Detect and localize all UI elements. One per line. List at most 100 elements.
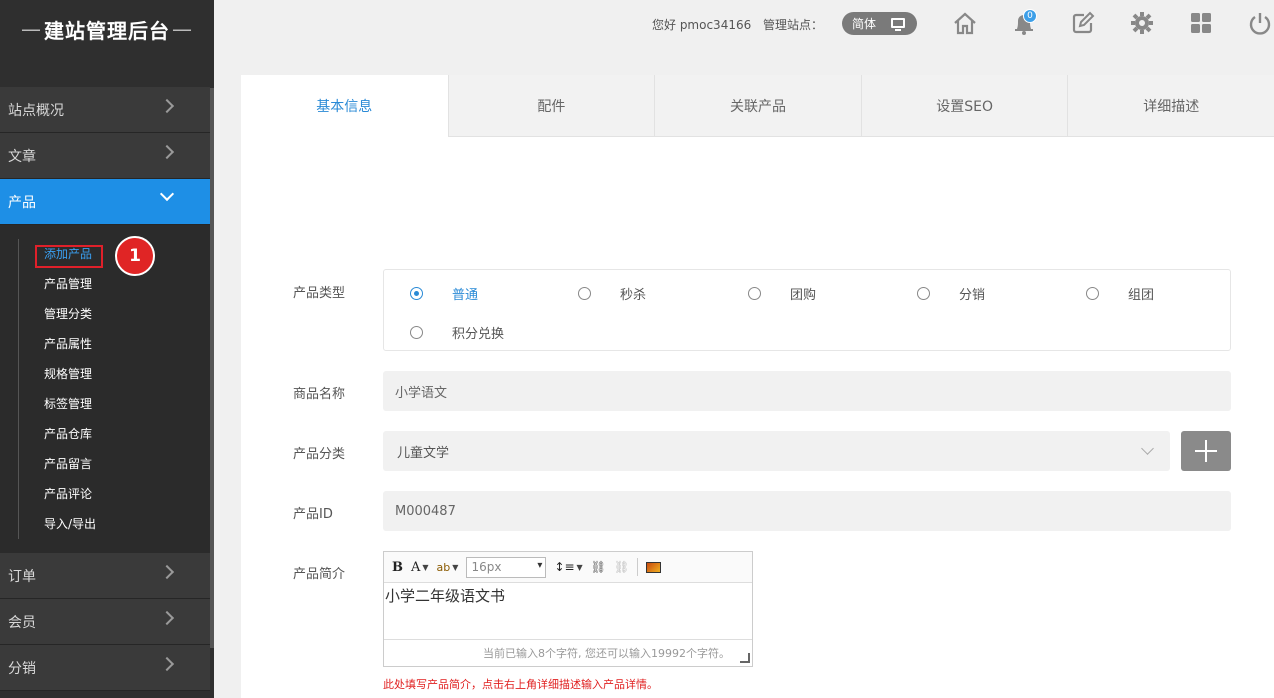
submenu-tag-manage[interactable]: 标签管理	[44, 394, 92, 414]
chevron-down-icon[interactable]: ▼	[422, 563, 428, 572]
tab-related-products[interactable]: 关联产品	[654, 75, 861, 137]
product-summary-label: 产品简介	[293, 567, 346, 582]
radio-type-normal[interactable]: 普通	[410, 284, 478, 303]
submenu-product-manage[interactable]: 产品管理	[44, 274, 92, 294]
tab-seo[interactable]: 设置SEO	[860, 75, 1068, 137]
font-size-select[interactable]: 16px	[466, 556, 547, 578]
sidebar-scrollbar[interactable]	[210, 88, 214, 648]
language-switch-button[interactable]: 简体	[842, 12, 917, 35]
radio-type-group-buy[interactable]: 团购	[748, 284, 816, 303]
sidebar-item-label: 文章	[8, 148, 36, 165]
sidebar-item-products[interactable]: 产品	[0, 179, 210, 225]
submenu-category-manage[interactable]: 管理分类	[44, 304, 92, 324]
editor-content[interactable]: 小学二年级语文书	[384, 583, 752, 640]
product-type-label: 产品类型	[293, 286, 346, 301]
chevron-right-icon	[159, 656, 175, 672]
product-submenu	[0, 225, 210, 553]
product-id-label: 产品ID	[293, 507, 333, 522]
submenu-messages[interactable]: 产品留言	[44, 454, 92, 474]
radio-type-flash-sale[interactable]: 秒杀	[578, 284, 646, 303]
home-icon[interactable]	[952, 10, 978, 36]
tab-basic-info[interactable]: 基本信息	[241, 75, 448, 137]
sidebar-item-members[interactable]: 会员	[0, 599, 210, 645]
power-icon[interactable]	[1247, 10, 1273, 36]
brand-dash-left: —	[21, 17, 42, 41]
chevron-down-icon	[1141, 442, 1154, 455]
grid-icon[interactable]	[1188, 10, 1214, 36]
product-name-input[interactable]	[383, 371, 1231, 411]
sidebar-item-orders[interactable]: 订单	[0, 553, 210, 599]
radio-label: 普通	[452, 288, 479, 303]
radio-label: 组团	[1128, 288, 1155, 303]
submenu-spec-manage[interactable]: 规格管理	[44, 364, 92, 384]
radio-dot	[410, 326, 423, 339]
chevron-right-icon	[159, 144, 175, 160]
bold-icon[interactable]: B	[392, 560, 403, 575]
tab-bar: 基本信息 配件 关联产品 设置SEO 详细描述	[241, 75, 1274, 137]
chevron-right-icon	[159, 564, 175, 580]
line-height-icon[interactable]: ↕≡	[554, 560, 574, 574]
radio-dot	[748, 287, 761, 300]
rich-text-editor: B A▼ ab▼ 16px ↕≡▼ ⛓ ⛓ 小学二年级语文书 当前已输入8个字符…	[383, 551, 753, 667]
edit-icon[interactable]	[1070, 10, 1096, 36]
radio-dot	[410, 287, 423, 300]
chevron-right-icon	[159, 610, 175, 626]
gear-icon[interactable]	[1129, 10, 1155, 36]
chevron-down-icon[interactable]: ▼	[577, 563, 583, 572]
font-color-icon[interactable]: A	[411, 560, 420, 575]
unlink-icon[interactable]: ⛓	[614, 560, 629, 574]
chevron-down-icon[interactable]: ▼	[452, 563, 458, 572]
char-counter: 当前已输入8个字符, 您还可以输入19992个字符。	[483, 646, 730, 660]
tab-detail-description[interactable]: 详细描述	[1067, 75, 1274, 137]
radio-label: 秒杀	[620, 288, 647, 303]
resize-handle-icon[interactable]	[740, 653, 750, 663]
radio-dot	[1086, 287, 1099, 300]
annotation-highlight-box	[35, 245, 103, 268]
sidebar-item-overview[interactable]: 站点概况	[0, 87, 210, 133]
chevron-right-icon	[159, 98, 175, 114]
submenu-product-attributes[interactable]: 产品属性	[44, 334, 92, 354]
highlight-icon[interactable]: ab	[437, 561, 451, 574]
editor-toolbar: B A▼ ab▼ 16px ↕≡▼ ⛓ ⛓	[384, 552, 752, 583]
add-category-button[interactable]	[1181, 431, 1231, 471]
radio-label: 分销	[959, 288, 986, 303]
product-category-select[interactable]: 儿童文学	[383, 431, 1170, 471]
sidebar-item-label: 订单	[8, 568, 36, 585]
radio-dot	[917, 287, 930, 300]
submenu-import-export[interactable]: 导入/导出	[44, 514, 96, 534]
product-type-group: 普通 秒杀 团购 分销 组团 积分兑换	[383, 269, 1231, 351]
submenu-reviews[interactable]: 产品评论	[44, 484, 92, 504]
editor-footer: 当前已输入8个字符, 您还可以输入19992个字符。	[384, 640, 752, 665]
radio-label: 积分兑换	[452, 327, 505, 342]
user-greeting: 您好 pmoc34166	[652, 18, 752, 32]
sidebar: — 建站管理后台 — 站点概况 文章 产品 添加产品 产品管理 管理分类 产品属…	[0, 0, 214, 698]
sidebar-item-label: 站点概况	[8, 102, 64, 119]
link-icon[interactable]: ⛓	[591, 560, 606, 574]
product-category-label: 产品分类	[293, 447, 346, 462]
radio-label: 团购	[790, 288, 817, 303]
manage-site-label: 管理站点：	[763, 18, 824, 32]
notification-badge: 0	[1023, 9, 1037, 23]
product-id-input[interactable]	[383, 491, 1231, 531]
main-panel: 基本信息 配件 关联产品 设置SEO 详细描述 产品类型 普通 秒杀 团购 分销…	[241, 75, 1274, 698]
sidebar-item-label: 会员	[8, 614, 36, 631]
sidebar-item-label: 产品	[8, 194, 36, 211]
annotation-step-badge: 1	[115, 236, 155, 276]
image-icon[interactable]	[646, 561, 662, 573]
tab-accessories[interactable]: 配件	[447, 75, 655, 137]
radio-type-points[interactable]: 积分兑换	[410, 323, 504, 342]
category-selected-value: 儿童文学	[397, 445, 450, 461]
radio-type-distribution[interactable]: 分销	[917, 284, 985, 303]
summary-hint: 此处填写产品简介，点击右上角详细描述输入产品详情。	[383, 678, 658, 691]
chevron-down-icon	[159, 186, 175, 202]
radio-type-team[interactable]: 组团	[1086, 284, 1154, 303]
tree-line	[18, 239, 19, 539]
radio-dot	[578, 287, 591, 300]
toolbar-divider	[637, 558, 639, 576]
brand-title: — 建站管理后台 —	[0, 0, 214, 58]
sidebar-item-distribution[interactable]: 分销	[0, 645, 210, 691]
brand-text: 建站管理后台	[44, 18, 170, 43]
submenu-warehouse[interactable]: 产品仓库	[44, 424, 92, 444]
sidebar-item-articles[interactable]: 文章	[0, 133, 210, 179]
sidebar-item-label: 分销	[8, 660, 36, 677]
